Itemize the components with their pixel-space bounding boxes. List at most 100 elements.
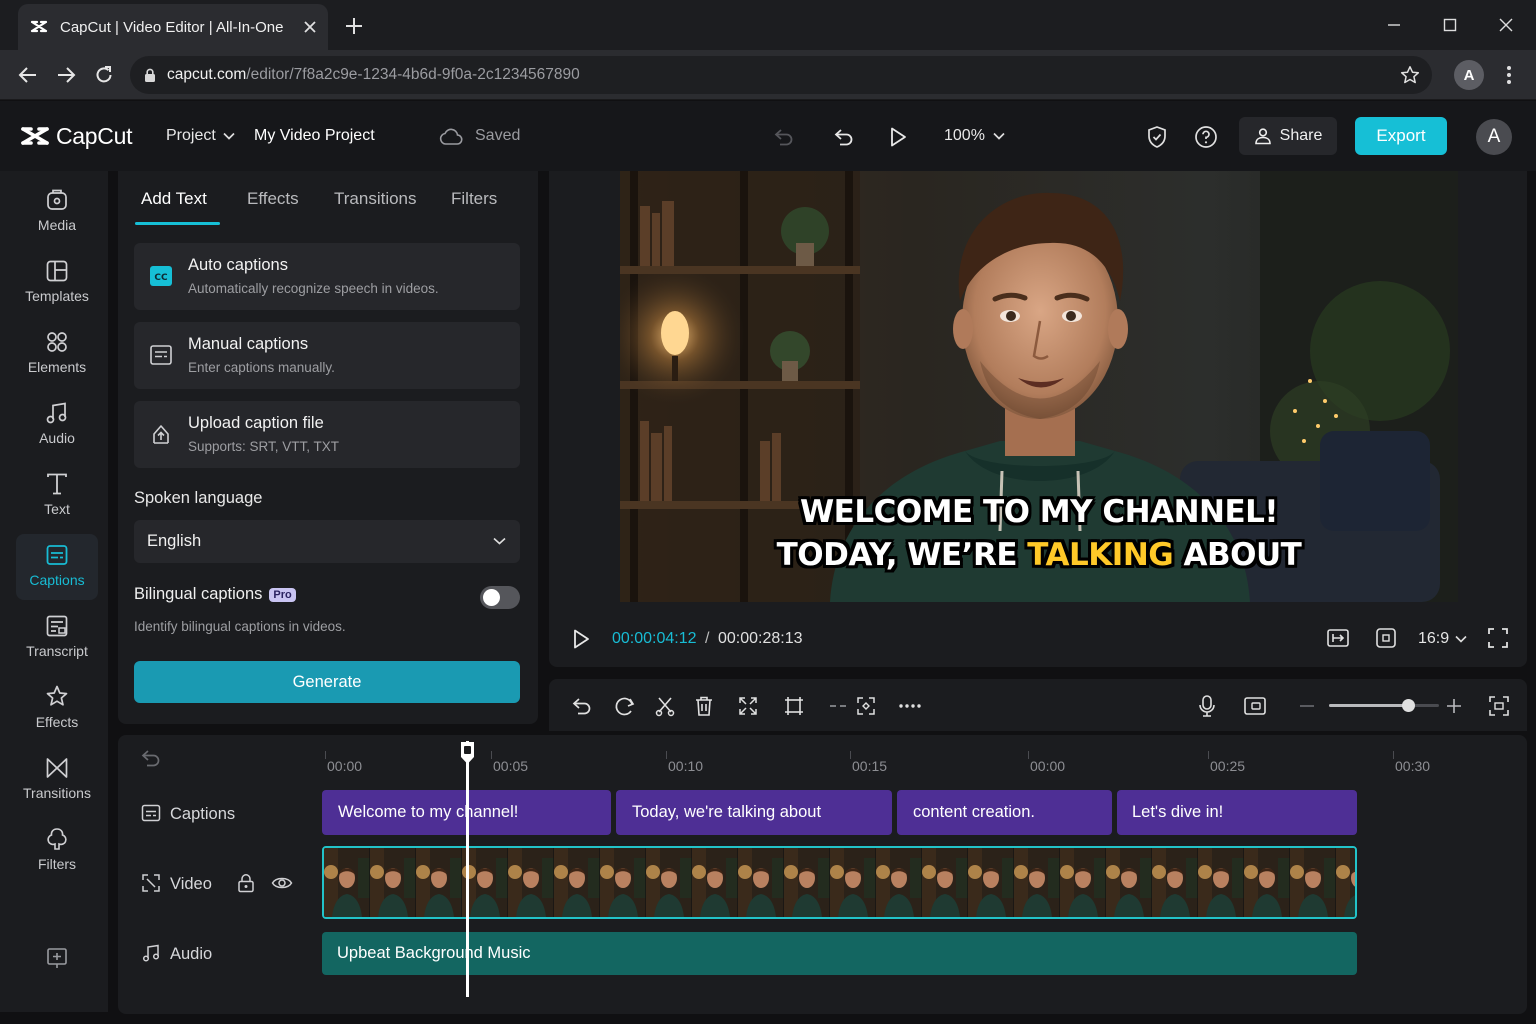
microphone-icon[interactable] (1194, 693, 1220, 719)
tab-title: CapCut | Video Editor | All-In-One (60, 18, 284, 36)
video-thumbnail-frame (1060, 848, 1106, 917)
total-duration: 00:00:28:13 (718, 630, 803, 647)
undo-button[interactable] (770, 123, 798, 151)
zoom-in-icon[interactable] (1441, 693, 1467, 719)
sidebar-item-text[interactable]: Text (16, 463, 98, 529)
tab-filters[interactable]: Filters (451, 189, 497, 209)
caption-clip[interactable]: content creation. (897, 790, 1112, 835)
sidebar-item-effects[interactable]: Effects (16, 676, 98, 742)
sidebar-item-captions[interactable]: Captions (16, 534, 98, 600)
time-separator: / (705, 630, 710, 647)
browser-tab[interactable]: CapCut | Video Editor | All-In-One (18, 4, 328, 50)
zoom-dropdown[interactable]: 100% (944, 127, 1005, 145)
spoken-language-select[interactable]: English (134, 520, 520, 563)
manual-captions-card[interactable]: Manual captions Enter captions manually. (134, 322, 520, 389)
play-preview-button[interactable] (884, 123, 912, 151)
auto-captions-card[interactable]: CC Auto captions Automatically recognize… (134, 243, 520, 310)
video-thumbnail-frame (1336, 848, 1355, 917)
minimize-window-button[interactable] (1379, 10, 1409, 40)
more-icon[interactable] (897, 693, 923, 719)
capcut-logo[interactable]: CapCut (20, 123, 132, 150)
ruler-label: 00:05 (493, 758, 529, 774)
address-bar[interactable]: capcut.com/editor/7f8a2c9e-1234-4b6d-9f0… (130, 56, 1432, 94)
upload-caption-card[interactable]: Upload caption file Supports: SRT, VTT, … (134, 401, 520, 468)
caption-overlay-line1: WELCOME TO MY CHANNEL! (799, 494, 1279, 530)
background-icon[interactable] (1374, 626, 1398, 650)
fullscreen-icon[interactable] (1486, 626, 1510, 650)
sidebar-item-transcript[interactable]: Transcript (16, 605, 98, 671)
zoom-slider-thumb[interactable] (1402, 699, 1416, 712)
close-window-button[interactable] (1491, 10, 1521, 40)
sidebar-item-filters[interactable]: Filters (16, 818, 98, 884)
sidebar-item-audio[interactable]: Audio (16, 392, 98, 458)
ruler-tick (666, 751, 667, 759)
feedback-icon[interactable] (44, 945, 70, 971)
sidebar-item-label: Filters (37, 856, 77, 872)
user-avatar[interactable]: A (1476, 119, 1512, 155)
sidebar-item-elements[interactable]: Elements (16, 321, 98, 387)
tab-close-icon[interactable] (304, 21, 316, 33)
caption-clip[interactable]: Let's dive in! (1117, 790, 1357, 835)
reload-button[interactable] (90, 61, 118, 89)
share-button[interactable]: Share (1239, 117, 1337, 155)
sidebar-item-label: Templates (25, 288, 89, 304)
dash-icon[interactable] (825, 693, 851, 719)
crop-icon[interactable] (781, 693, 807, 719)
crop-frame-icon[interactable] (1326, 626, 1350, 650)
delete-icon[interactable] (691, 693, 717, 719)
video-thumbnail-frame (1152, 848, 1198, 917)
shield-icon[interactable] (1143, 123, 1171, 151)
playhead-line[interactable] (466, 741, 469, 997)
browser-menu-icon[interactable] (1501, 64, 1517, 86)
caption-clip[interactable]: Today, we're talking about (616, 790, 892, 835)
tab-add-text[interactable]: Add Text (141, 189, 207, 209)
playhead-handle[interactable] (459, 741, 476, 765)
video-preview-frame[interactable]: WELCOME TO MY CHANNEL! TODAY, WE’RE TALK… (620, 171, 1458, 602)
project-name[interactable]: My Video Project (254, 127, 375, 145)
zoom-out-icon[interactable] (1294, 693, 1320, 719)
caption-text: TODAY, WE’RE (776, 537, 1018, 573)
sidebar-item-media[interactable]: Media (16, 179, 98, 245)
generate-button[interactable]: Generate (134, 661, 520, 703)
bookmark-star-icon[interactable] (1400, 65, 1420, 85)
spoken-language-label: Spoken language (134, 489, 263, 507)
redo-button[interactable] (830, 123, 858, 151)
timeline-history-icon[interactable] (140, 748, 162, 768)
capcut-logo-icon (21, 126, 49, 145)
aspect-ratio-dropdown[interactable]: 16:9 (1418, 630, 1467, 648)
video-thumbnail-frame (968, 848, 1014, 917)
video-thumbnail-strip (324, 848, 1355, 917)
ruler-label: 00:00 (1030, 758, 1066, 774)
play-button[interactable] (571, 628, 591, 650)
visibility-eye-icon[interactable] (271, 875, 293, 891)
project-menu[interactable]: Project (166, 127, 235, 145)
back-button[interactable] (14, 61, 42, 89)
sidebar-item-templates[interactable]: Templates (16, 250, 98, 316)
timeline-undo-button[interactable] (569, 693, 595, 719)
timeline-zoom-slider[interactable] (1329, 699, 1439, 712)
freeze-frame-icon[interactable] (735, 693, 761, 719)
export-button[interactable]: Export (1355, 117, 1447, 155)
bilingual-captions-toggle[interactable] (480, 586, 520, 609)
tab-transitions[interactable]: Transitions (334, 189, 417, 209)
lock-track-icon[interactable] (236, 873, 256, 893)
video-thumbnail-frame (784, 848, 830, 917)
new-tab-button[interactable] (340, 12, 368, 40)
tab-effects[interactable]: Effects (247, 189, 299, 209)
tool-sidebar: Media Templates Elements Audio Text Capt… (0, 171, 108, 1012)
split-icon[interactable] (652, 693, 678, 719)
cloud-saved-icon (437, 123, 465, 151)
forward-button[interactable] (52, 61, 80, 89)
video-thumbnail-frame (876, 848, 922, 917)
browser-profile-avatar[interactable]: A (1454, 60, 1484, 90)
video-track-icon (140, 872, 162, 894)
picture-in-picture-icon[interactable] (1242, 693, 1268, 719)
fit-timeline-icon[interactable] (1486, 693, 1512, 719)
video-clip[interactable] (322, 846, 1357, 919)
auto-reframe-icon[interactable] (853, 693, 879, 719)
sidebar-item-transitions[interactable]: Transitions (16, 747, 98, 813)
maximize-window-button[interactable] (1435, 10, 1465, 40)
timeline-redo-button[interactable] (611, 693, 637, 719)
help-icon[interactable] (1192, 123, 1220, 151)
audio-clip[interactable]: Upbeat Background Music (322, 932, 1357, 975)
